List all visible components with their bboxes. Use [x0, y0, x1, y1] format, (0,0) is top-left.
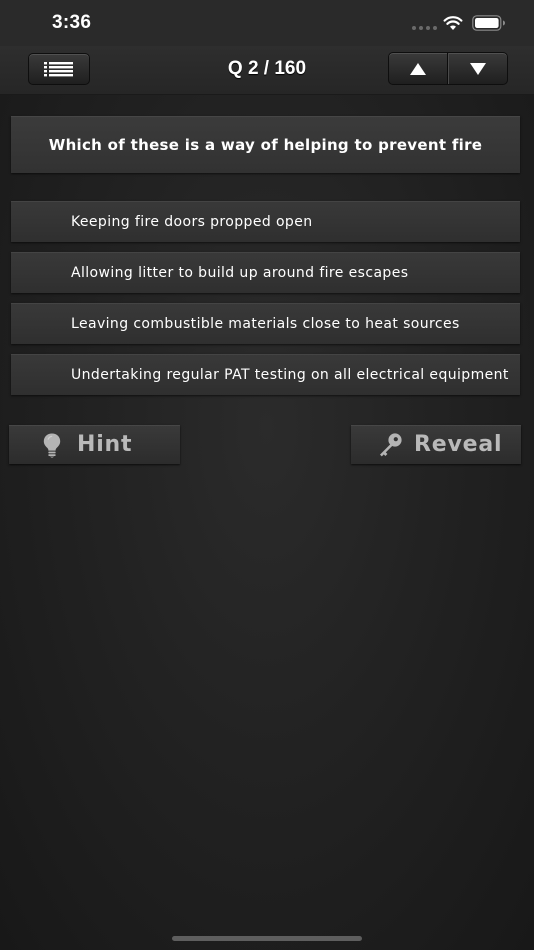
- menu-button[interactable]: [28, 53, 90, 85]
- reveal-button[interactable]: Reveal: [351, 425, 521, 464]
- answer-list: Keeping fire doors propped open Allowing…: [11, 201, 520, 405]
- lightbulb-icon: [43, 433, 61, 458]
- home-indicator[interactable]: [172, 936, 362, 941]
- triangle-up-icon: [410, 62, 426, 75]
- question-counter: Q 2 / 160: [227, 58, 307, 79]
- answer-option[interactable]: Leaving combustible materials close to h…: [11, 303, 520, 344]
- answer-option-label: Keeping fire doors propped open: [71, 213, 313, 230]
- next-question-button[interactable]: [448, 53, 507, 84]
- question-text: Which of these is a way of helping to pr…: [48, 135, 483, 154]
- answer-option-label: Allowing litter to build up around fire …: [71, 264, 409, 281]
- previous-question-button[interactable]: [389, 53, 448, 84]
- status-time: 3:36: [52, 12, 92, 33]
- answer-option-label: Undertaking regular PAT testing on all e…: [71, 366, 509, 383]
- question-nav-group: [388, 52, 508, 85]
- answer-option[interactable]: Keeping fire doors propped open: [11, 201, 520, 242]
- hint-label: Hint: [77, 432, 133, 457]
- signal-dots-icon: [412, 26, 437, 30]
- triangle-down-icon: [470, 62, 486, 75]
- answer-option-label: Leaving combustible materials close to h…: [71, 315, 460, 332]
- status-bar: 3:36: [0, 0, 534, 46]
- wifi-icon: [443, 16, 463, 30]
- reveal-label: Reveal: [414, 432, 503, 457]
- nav-bar: Q 2 / 160: [0, 46, 534, 95]
- question-panel: Which of these is a way of helping to pr…: [11, 116, 520, 173]
- hint-button[interactable]: Hint: [9, 425, 180, 464]
- answer-option[interactable]: Undertaking regular PAT testing on all e…: [11, 354, 520, 395]
- answer-option[interactable]: Allowing litter to build up around fire …: [11, 252, 520, 293]
- key-icon: [380, 433, 402, 457]
- list-icon: [44, 62, 73, 77]
- battery-icon: [472, 15, 505, 31]
